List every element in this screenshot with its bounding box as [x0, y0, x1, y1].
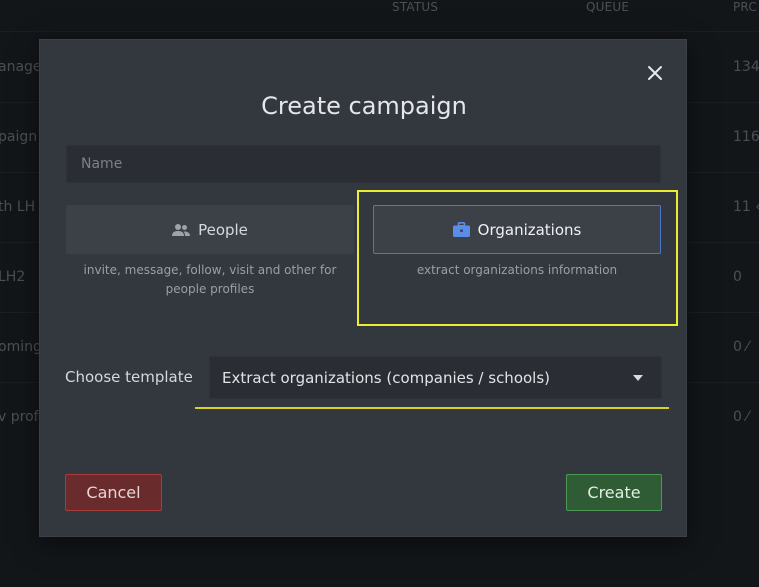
- template-selected-value: Extract organizations (companies / schoo…: [222, 368, 551, 387]
- template-underline: [195, 407, 669, 409]
- close-icon: [648, 66, 662, 80]
- create-campaign-dialog: Create campaign People invite, message, …: [39, 39, 687, 537]
- close-button[interactable]: [643, 61, 667, 85]
- template-label: Choose template: [65, 368, 193, 386]
- dialog-title: Create campaign: [261, 92, 467, 120]
- briefcase-icon: [452, 222, 470, 237]
- type-people-button[interactable]: People: [66, 205, 354, 254]
- template-select[interactable]: Extract organizations (companies / schoo…: [209, 356, 662, 399]
- create-button[interactable]: Create: [566, 474, 662, 511]
- type-organizations-button[interactable]: Organizations: [373, 205, 661, 254]
- type-organizations-label: Organizations: [477, 220, 582, 239]
- type-organizations-description: extract organizations information: [416, 263, 618, 277]
- people-icon: [172, 223, 191, 236]
- chevron-down-icon: [633, 374, 643, 381]
- campaign-name-input[interactable]: [66, 145, 661, 183]
- cancel-button[interactable]: Cancel: [65, 474, 162, 511]
- type-people-description: invite, message, follow, visit and other…: [83, 263, 337, 296]
- type-people-label: People: [198, 220, 248, 239]
